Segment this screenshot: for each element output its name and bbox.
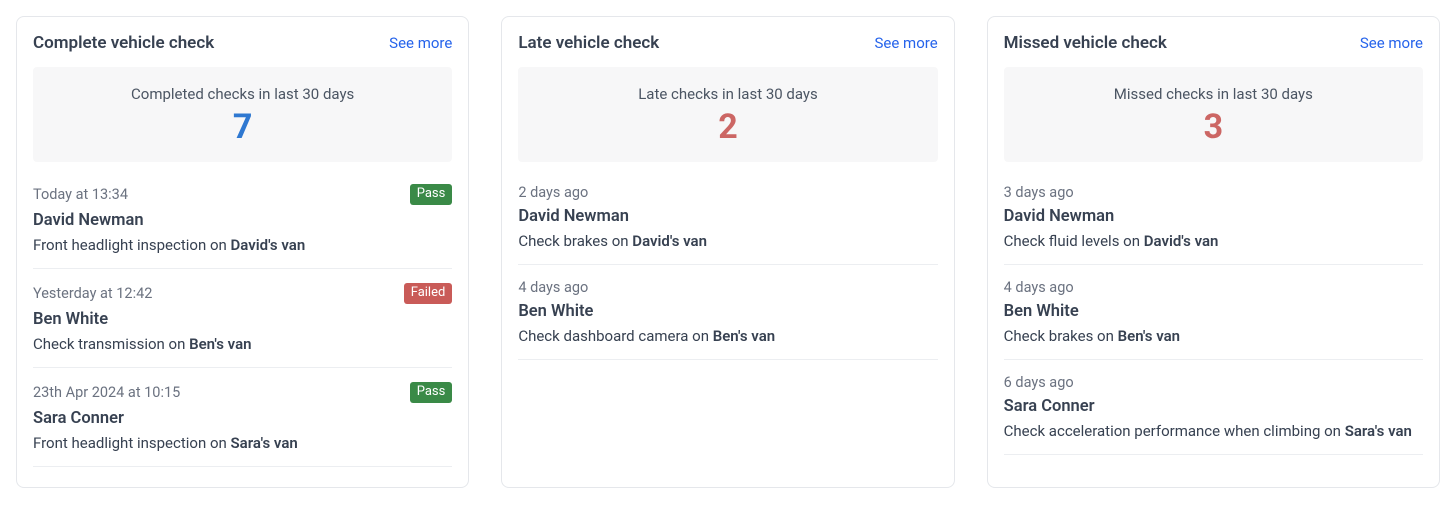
list-item[interactable]: 2 days ago David Newman Check brakes on Da… (518, 168, 937, 265)
summary-label: Missed checks in last 30 days (1016, 85, 1411, 103)
item-list: Today at 13:34 Pass David Newman Front head… (33, 168, 452, 471)
item-top-row: Today at 13:34 Pass (33, 184, 452, 205)
item-time: Today at 13:34 (33, 186, 128, 203)
item-person-name: Sara Conner (33, 409, 452, 428)
item-description-vehicle: David's van (1144, 232, 1219, 250)
item-person-name: David Newman (1004, 207, 1423, 226)
card-title: Missed vehicle check (1004, 33, 1167, 53)
summary-label: Completed checks in last 30 days (45, 85, 440, 103)
item-description-text: Check dashboard camera on (518, 327, 712, 345)
item-description-vehicle: David's van (632, 232, 707, 250)
card: Complete vehicle check See more Completed … (16, 16, 469, 488)
item-top-row: 2 days ago (518, 184, 937, 201)
item-description-vehicle: Sara's van (1345, 422, 1412, 440)
summary-box: Completed checks in last 30 days 7 (33, 67, 452, 162)
status-badge-fail: Failed (404, 283, 453, 304)
item-description: Check dashboard camera on Ben's van (518, 327, 937, 345)
item-description-text: Front headlight inspection on (33, 236, 231, 254)
summary-count: 2 (530, 109, 925, 146)
item-list: 3 days ago David Newman Check fluid levels… (1004, 168, 1423, 471)
card-header: Missed vehicle check See more (1004, 33, 1423, 53)
item-description-vehicle: Ben's van (1118, 327, 1180, 345)
summary-box: Late checks in last 30 days 2 (518, 67, 937, 162)
item-time: 4 days ago (1004, 279, 1074, 296)
item-person-name: Ben White (33, 310, 452, 329)
item-person-name: Sara Conner (1004, 397, 1423, 416)
card-header: Complete vehicle check See more (33, 33, 452, 53)
item-description-text: Front headlight inspection on (33, 434, 231, 452)
summary-count: 7 (45, 109, 440, 146)
item-description: Front headlight inspection on David's va… (33, 236, 452, 254)
card-header: Late vehicle check See more (518, 33, 937, 53)
list-item[interactable]: Yesterday at 12:42 Failed Ben White Check t… (33, 269, 452, 368)
item-description-text: Check brakes on (518, 232, 632, 250)
item-description: Check transmission on Ben's van (33, 335, 452, 353)
item-description: Check brakes on David's van (518, 232, 937, 250)
item-time: 2 days ago (518, 184, 588, 201)
card: Missed vehicle check See more Missed check… (987, 16, 1440, 488)
item-description: Front headlight inspection on Sara's van (33, 434, 452, 452)
item-top-row: 6 days ago (1004, 374, 1423, 391)
item-time: 23th Apr 2024 at 10:15 (33, 384, 180, 401)
list-item[interactable]: 22th Apr 2024 at 09:02PassDavid NewmanCh… (33, 467, 452, 471)
item-person-name: David Newman (518, 207, 937, 226)
summary-box: Missed checks in last 30 days 3 (1004, 67, 1423, 162)
item-top-row: 3 days ago (1004, 184, 1423, 201)
see-more-link[interactable]: See more (1360, 34, 1423, 52)
item-top-row: Yesterday at 12:42 Failed (33, 283, 452, 304)
card-title: Complete vehicle check (33, 33, 214, 53)
list-item[interactable]: 3 days ago David Newman Check fluid levels… (1004, 168, 1423, 265)
item-top-row: 4 days ago (1004, 279, 1423, 296)
item-description-text: Check fluid levels on (1004, 232, 1144, 250)
item-top-row: 23th Apr 2024 at 10:15 Pass (33, 382, 452, 403)
item-description-text: Check brakes on (1004, 327, 1118, 345)
item-time: 6 days ago (1004, 374, 1074, 391)
item-person-name: Ben White (1004, 302, 1423, 321)
status-badge-pass: Pass (410, 184, 453, 205)
cards-row: Complete vehicle check See more Completed … (16, 16, 1440, 488)
item-description: Check fluid levels on David's van (1004, 232, 1423, 250)
list-item[interactable]: 4 days ago Ben White Check dashboard camer… (518, 265, 937, 360)
item-time: 4 days ago (518, 279, 588, 296)
item-time: Yesterday at 12:42 (33, 285, 152, 302)
item-description-vehicle: Ben's van (713, 327, 775, 345)
summary-label: Late checks in last 30 days (530, 85, 925, 103)
item-description-text: Check acceleration performance when clim… (1004, 422, 1345, 440)
summary-count: 3 (1016, 109, 1411, 146)
item-list: 2 days ago David Newman Check brakes on Da… (518, 168, 937, 471)
status-badge-pass: Pass (410, 382, 453, 403)
see-more-link[interactable]: See more (875, 34, 938, 52)
list-item[interactable]: Today at 13:34 Pass David Newman Front head… (33, 168, 452, 269)
item-description-vehicle: Sara's van (231, 434, 298, 452)
item-time: 3 days ago (1004, 184, 1074, 201)
see-more-link[interactable]: See more (389, 34, 452, 52)
item-description-text: Check transmission on (33, 335, 189, 353)
list-item[interactable]: 23th Apr 2024 at 10:15 Pass Sara Conner Fro… (33, 368, 452, 467)
card-title: Late vehicle check (518, 33, 659, 53)
item-description: Check brakes on Ben's van (1004, 327, 1423, 345)
item-description: Check acceleration performance when clim… (1004, 422, 1423, 440)
item-person-name: Ben White (518, 302, 937, 321)
item-person-name: David Newman (33, 211, 452, 230)
item-description-vehicle: David's van (231, 236, 306, 254)
item-description-vehicle: Ben's van (189, 335, 251, 353)
list-item[interactable]: 6 days ago Sara Conner Check acceleration … (1004, 360, 1423, 455)
list-item[interactable]: 4 days ago Ben White Check brakes on Ben's… (1004, 265, 1423, 360)
item-top-row: 4 days ago (518, 279, 937, 296)
card: Late vehicle check See more Late checks in… (501, 16, 954, 488)
